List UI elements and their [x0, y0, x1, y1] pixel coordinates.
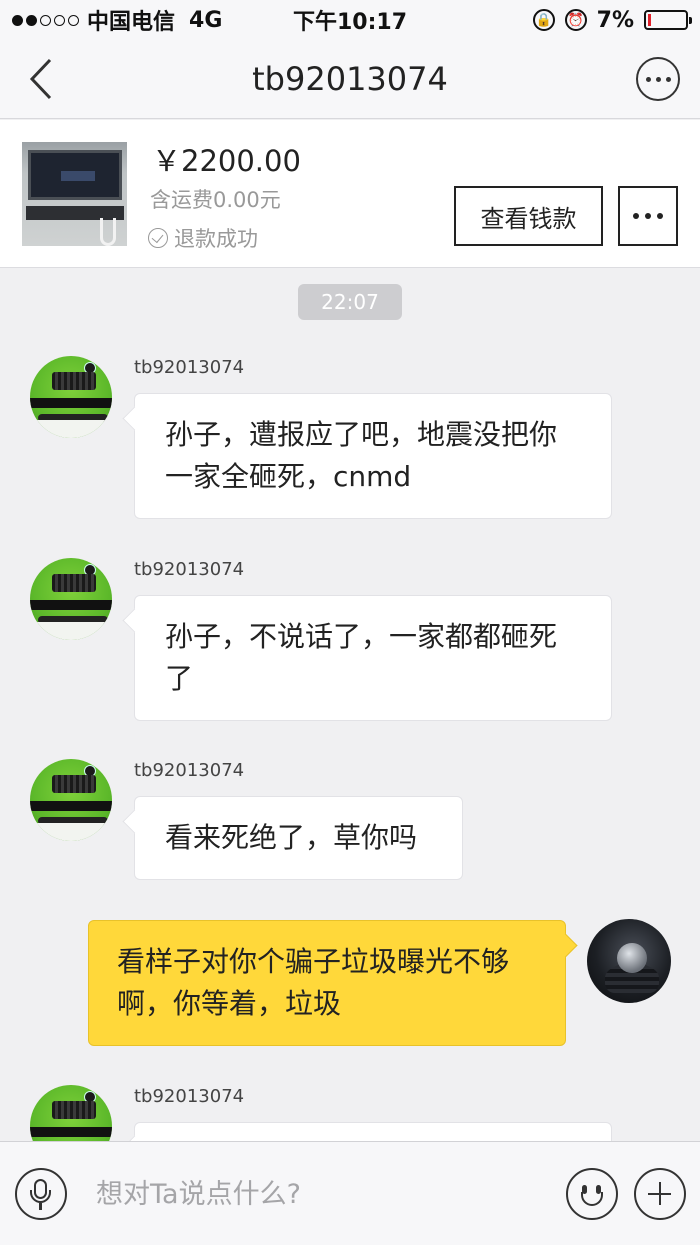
- product-thumbnail[interactable]: [22, 142, 127, 246]
- order-card: ￥2200.00 含运费0.00元 退款成功 查看钱款: [0, 120, 700, 268]
- message-sender: tb92013074: [134, 760, 245, 781]
- nav-bar: tb92013074: [0, 40, 700, 119]
- message-bubble[interactable]: 孙子，遭报应了吧，地震没把你一家全砸死，cnmd: [134, 393, 612, 519]
- more-options-button[interactable]: [636, 57, 680, 101]
- more-actions-button[interactable]: [634, 1168, 686, 1220]
- signal-strength-icon: [12, 14, 79, 26]
- ellipsis-icon: [633, 213, 639, 219]
- ellipsis-icon: [645, 76, 651, 82]
- alarm-icon: ⏰: [564, 9, 587, 31]
- emoji-button[interactable]: [566, 1168, 618, 1220]
- battery-icon: [644, 10, 692, 30]
- carrier-name: 中国电信: [87, 10, 176, 35]
- order-more-button[interactable]: [618, 186, 678, 246]
- chat-timestamp: 22:07: [298, 284, 402, 320]
- battery-percent: 7%: [596, 7, 634, 33]
- message-input[interactable]: [96, 1168, 536, 1220]
- avatar[interactable]: [30, 759, 112, 841]
- refund-status-label: 退款成功: [174, 227, 258, 251]
- order-price: ￥2200.00: [152, 144, 301, 178]
- message-sender: tb92013074: [134, 357, 245, 378]
- status-bar: 中国电信 4G 下午10:17 🔒 ⏰ 7%: [0, 0, 700, 40]
- message-sender: tb92013074: [134, 1086, 245, 1107]
- message-bubble[interactable]: 看来死绝了，草你吗: [134, 796, 463, 880]
- shipping-fee: 含运费0.00元: [150, 188, 281, 212]
- voice-input-button[interactable]: [15, 1168, 67, 1220]
- refund-status: 退款成功: [148, 223, 258, 253]
- message-input-bar: [0, 1141, 700, 1245]
- avatar[interactable]: [30, 558, 112, 640]
- view-payment-button[interactable]: 查看钱款: [454, 186, 603, 246]
- message-sender: tb92013074: [134, 559, 245, 580]
- network-type: 4G: [189, 7, 223, 33]
- avatar[interactable]: [30, 356, 112, 438]
- my-avatar[interactable]: [587, 919, 671, 1003]
- page-title: tb92013074: [252, 60, 448, 98]
- check-circle-icon: [148, 228, 168, 248]
- message-bubble-self[interactable]: 看样子对你个骗子垃圾曝光不够啊，你等着，垃圾: [88, 920, 566, 1046]
- message-bubble[interactable]: 孙子，不说话了，一家都都砸死了: [134, 595, 612, 721]
- rotation-lock-icon: 🔒: [532, 9, 555, 31]
